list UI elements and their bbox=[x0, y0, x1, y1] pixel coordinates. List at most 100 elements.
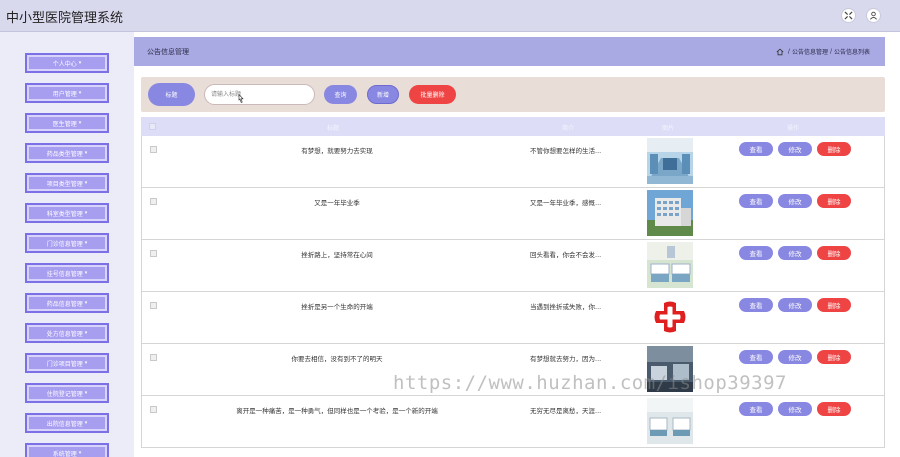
sidebar-item-label: 用户管理 bbox=[52, 90, 77, 98]
chevron-down-icon: ▾ bbox=[84, 180, 88, 186]
breadcrumb-separator: / bbox=[829, 48, 832, 55]
chevron-down-icon: ▾ bbox=[78, 120, 82, 126]
row-title: 有梦想，就要努力去实现 bbox=[301, 147, 373, 155]
table-header: 标题 简介 图片 操作 bbox=[141, 117, 885, 136]
sidebar: 个人中心 ▾ 用户管理 ▾ 医生管理 ▾ 药品类型管理 ▾ 项目类型管理 ▾ 科室类型管理… bbox=[0, 32, 134, 457]
view-button[interactable]: 查看 bbox=[739, 246, 773, 260]
row-checkbox[interactable] bbox=[150, 250, 157, 257]
chevron-down-icon: ▾ bbox=[78, 60, 82, 66]
select-all-checkbox[interactable] bbox=[149, 123, 156, 130]
sidebar-item-label: 药品类型管理 bbox=[46, 150, 83, 158]
sidebar-item-admission[interactable]: 住院登记管理 ▾ bbox=[25, 383, 109, 403]
sidebar-item-system[interactable]: 系统管理 ▾ bbox=[25, 443, 109, 457]
sidebar-item-drug-types[interactable]: 药品类型管理 ▾ bbox=[25, 143, 109, 163]
row-checkbox[interactable] bbox=[150, 198, 157, 205]
row-checkbox[interactable] bbox=[150, 302, 157, 309]
column-header-image: 图片 bbox=[662, 125, 675, 132]
row-checkbox[interactable] bbox=[150, 406, 157, 413]
sidebar-item-outpatient-projects[interactable]: 门诊项目管理 ▾ bbox=[25, 353, 109, 373]
page-title: 公告信息管理 bbox=[147, 48, 189, 56]
table-row: 挫折是另一个生命的开端 当遇到挫折或失败，你... 查看 修改 删除 bbox=[141, 292, 885, 344]
row-title: 离开是一种痛苦，是一种勇气，但同样也是一个考验，是一个新的开端 bbox=[236, 407, 438, 415]
chevron-down-icon: ▾ bbox=[84, 270, 88, 276]
red-cross-icon bbox=[647, 294, 693, 340]
home-icon[interactable] bbox=[776, 48, 784, 56]
delete-button[interactable]: 删除 bbox=[817, 142, 851, 156]
search-label: 标题 bbox=[148, 83, 195, 106]
page-header: 公告信息管理 / 公告信息管理 / 公告信息列表 bbox=[134, 37, 885, 66]
search-panel: 标题 查询 新增 批量删除 bbox=[141, 77, 885, 112]
sidebar-item-label: 个人中心 bbox=[52, 60, 77, 68]
row-image bbox=[647, 242, 693, 288]
chevron-down-icon: ▾ bbox=[84, 420, 88, 426]
column-header-actions: 操作 bbox=[787, 125, 800, 132]
edit-button[interactable]: 修改 bbox=[778, 350, 812, 364]
batch-delete-button[interactable]: 批量删除 bbox=[409, 85, 456, 104]
chevron-down-icon: ▾ bbox=[84, 390, 88, 396]
query-button[interactable]: 查询 bbox=[324, 85, 357, 104]
watermark: https://www.huzhan.com/ishop39397 bbox=[393, 372, 787, 394]
edit-button[interactable]: 修改 bbox=[778, 402, 812, 416]
sidebar-item-label: 门诊项目管理 bbox=[46, 360, 83, 368]
delete-button[interactable]: 删除 bbox=[817, 194, 851, 208]
row-intro: 无穷无尽是离愁，天涯... bbox=[530, 407, 602, 415]
column-header-intro: 简介 bbox=[562, 125, 575, 132]
add-button[interactable]: 新增 bbox=[367, 85, 399, 104]
sidebar-item-department-types[interactable]: 科室类型管理 ▾ bbox=[25, 203, 109, 223]
delete-button[interactable]: 删除 bbox=[817, 246, 851, 260]
sidebar-item-discharge[interactable]: 出院信息管理 ▾ bbox=[25, 413, 109, 433]
sidebar-item-personal-center[interactable]: 个人中心 ▾ bbox=[25, 53, 109, 73]
chevron-down-icon: ▾ bbox=[84, 240, 88, 246]
sidebar-item-prescription-info[interactable]: 处方信息管理 ▾ bbox=[25, 323, 109, 343]
sidebar-item-label: 处方信息管理 bbox=[46, 330, 83, 338]
row-intro: 回头看看，你会不会发... bbox=[530, 251, 602, 259]
view-button[interactable]: 查看 bbox=[739, 142, 773, 156]
chevron-down-icon: ▾ bbox=[84, 330, 88, 336]
breadcrumb-item-current: 公告信息列表 bbox=[833, 49, 870, 56]
sidebar-item-label: 系统管理 bbox=[52, 450, 77, 457]
row-intro: 当遇到挫折或失败，你... bbox=[530, 303, 602, 311]
sidebar-item-outpatient-info[interactable]: 门诊信息管理 ▾ bbox=[25, 233, 109, 253]
breadcrumb-item[interactable]: 公告信息管理 bbox=[792, 47, 828, 56]
delete-button[interactable]: 删除 bbox=[817, 402, 851, 416]
search-input[interactable] bbox=[204, 84, 315, 105]
edit-button[interactable]: 修改 bbox=[778, 194, 812, 208]
fullscreen-icon[interactable] bbox=[841, 8, 856, 23]
edit-button[interactable]: 修改 bbox=[778, 142, 812, 156]
row-title: 挫折是另一个生命的开端 bbox=[301, 303, 373, 311]
chevron-down-icon: ▾ bbox=[84, 360, 88, 366]
view-button[interactable]: 查看 bbox=[739, 402, 773, 416]
row-intro: 又是一年毕业季，感慨... bbox=[530, 199, 602, 207]
column-header-title: 标题 bbox=[327, 125, 340, 132]
sidebar-item-drug-info[interactable]: 药品信息管理 ▾ bbox=[25, 293, 109, 313]
row-image bbox=[647, 398, 693, 444]
view-button[interactable]: 查看 bbox=[739, 194, 773, 208]
sidebar-item-label: 药品信息管理 bbox=[46, 300, 83, 308]
sidebar-item-registration-info[interactable]: 挂号信息管理 ▾ bbox=[25, 263, 109, 283]
delete-button[interactable]: 删除 bbox=[817, 350, 851, 364]
breadcrumb: / 公告信息管理 / 公告信息列表 bbox=[776, 47, 870, 56]
sidebar-item-project-types[interactable]: 项目类型管理 ▾ bbox=[25, 173, 109, 193]
notice-table: 标题 简介 图片 操作 有梦想，就要努力去实现 不管你想要怎样的生活... 查看… bbox=[141, 117, 885, 448]
row-checkbox[interactable] bbox=[150, 146, 157, 153]
row-checkbox[interactable] bbox=[150, 354, 157, 361]
row-title: 挫折路上，坚持常在心间 bbox=[301, 251, 373, 259]
sidebar-item-doctors[interactable]: 医生管理 ▾ bbox=[25, 113, 109, 133]
row-intro: 有梦想就去努力，因为... bbox=[530, 355, 602, 363]
sidebar-item-label: 医生管理 bbox=[52, 120, 77, 128]
top-bar: 中小型医院管理系统 bbox=[0, 0, 900, 32]
chevron-down-icon: ▾ bbox=[84, 150, 88, 156]
sidebar-item-users[interactable]: 用户管理 ▾ bbox=[25, 83, 109, 103]
delete-button[interactable]: 删除 bbox=[817, 298, 851, 312]
row-title: 你要去相信，没有到不了的明天 bbox=[291, 355, 383, 363]
user-icon[interactable] bbox=[866, 8, 881, 23]
view-button[interactable]: 查看 bbox=[739, 298, 773, 312]
edit-button[interactable]: 修改 bbox=[778, 298, 812, 312]
table-row: 挫折路上，坚持常在心间 回头看看，你会不会发... 查看 修改 删除 bbox=[141, 240, 885, 292]
view-button[interactable]: 查看 bbox=[739, 350, 773, 364]
edit-button[interactable]: 修改 bbox=[778, 246, 812, 260]
mouse-cursor-icon bbox=[238, 94, 244, 103]
row-intro: 不管你想要怎样的生活... bbox=[530, 147, 602, 155]
sidebar-item-label: 挂号信息管理 bbox=[46, 270, 83, 278]
table-row: 又是一年毕业季 又是一年毕业季，感慨... 查看 修改 删除 bbox=[141, 188, 885, 240]
